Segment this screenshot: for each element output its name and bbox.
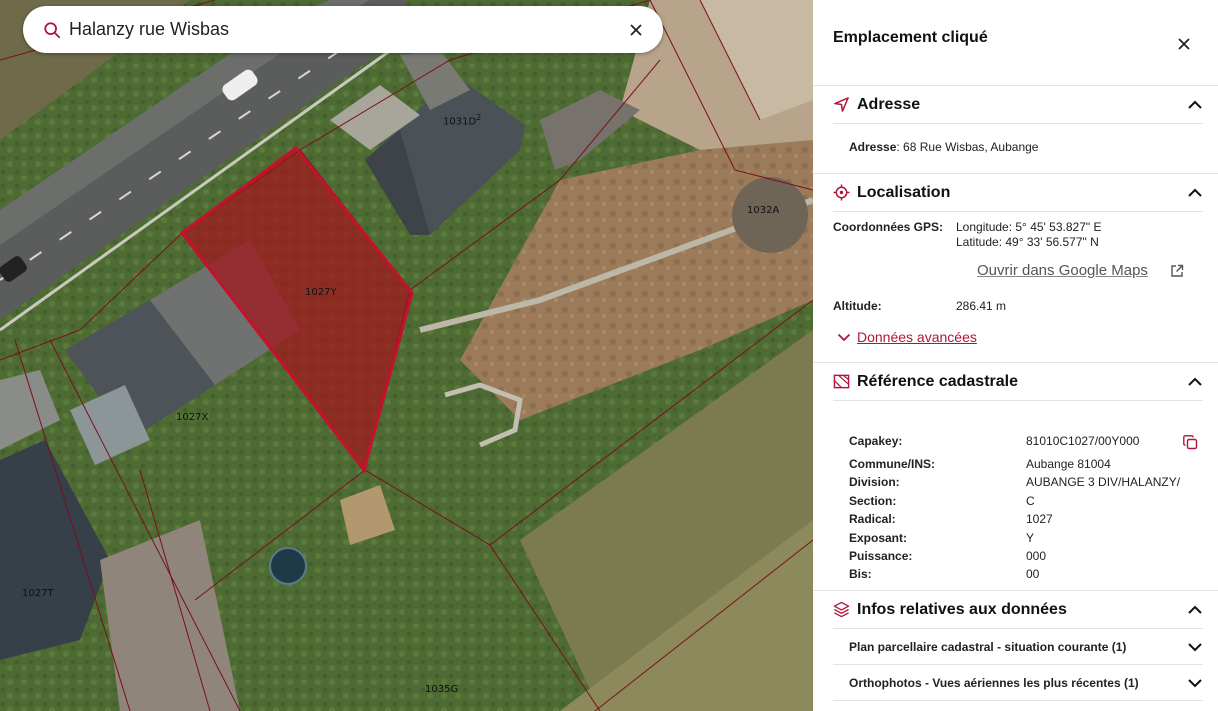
aerial-photo — [0, 0, 813, 711]
advanced-data-label: Données avancées — [857, 329, 977, 345]
data-info-item-orthophotos[interactable]: Orthophotos - Vues aériennes les plus ré… — [833, 665, 1203, 701]
cadastral-row: Section: C — [849, 494, 1035, 508]
longitude-value: Longitude: 5° 45' 53.827" E — [956, 220, 1102, 234]
copy-icon[interactable] — [1183, 435, 1198, 450]
parcel-label-1032a: 1032A — [747, 205, 780, 216]
address-section-title: Adresse — [857, 95, 921, 113]
latitude-value: Latitude: 49° 33' 56.577" N — [956, 235, 1099, 249]
cadastral-section-toggle[interactable]: Référence cadastrale — [833, 363, 1203, 401]
location-section-title: Localisation — [857, 183, 951, 201]
cadastral-row: Bis: 00 — [849, 567, 1040, 581]
cadastral-row: Puissance: 000 — [849, 549, 1047, 563]
location-section-toggle[interactable]: Localisation — [833, 174, 1203, 212]
layers-icon — [833, 601, 850, 618]
cadastral-row: Division: AUBANGE 3 DIV/HALANZY/ — [849, 475, 1181, 489]
parcel-label-1027t: 1027T — [22, 588, 54, 599]
chevron-down-icon — [837, 333, 851, 342]
open-google-maps-link[interactable]: Ouvrir dans Google Maps — [977, 262, 1148, 279]
panel-header: Emplacement cliqué — [813, 0, 1218, 86]
chevron-up-icon — [1188, 100, 1202, 109]
parcel-label-1035g: 1035G — [425, 684, 459, 695]
clear-search-button[interactable] — [625, 19, 647, 41]
search-icon — [44, 21, 61, 38]
cadastral-map-icon — [833, 374, 850, 389]
cadastral-row: Capakey: 81010C1027/00Y000 — [849, 434, 1140, 448]
address-section: Adresse Adresse: 68 Rue Wisbas, Aubange — [813, 86, 1218, 174]
altitude-label: Altitude: — [833, 299, 882, 313]
advanced-data-toggle[interactable]: Données avancées — [837, 329, 977, 345]
panel-title: Emplacement cliqué — [833, 29, 988, 46]
cadastral-details: Capakey: 81010C1027/00Y000 Commune/INS: Au… — [813, 401, 1218, 590]
cadastral-row: Commune/INS: Aubange 81004 — [849, 457, 1111, 471]
address-section-toggle[interactable]: Adresse — [833, 86, 1203, 124]
location-details: Coordonnées GPS: Longitude: 5° 45' 53.82… — [813, 212, 1218, 362]
navigation-arrow-icon — [834, 97, 849, 112]
close-icon — [630, 23, 642, 36]
altitude-value: 286.41 m — [956, 299, 1007, 313]
search-bar — [23, 6, 663, 53]
crosshair-icon — [833, 184, 850, 201]
cadastral-section-title: Référence cadastrale — [857, 372, 1018, 390]
chevron-up-icon — [1188, 605, 1202, 614]
address-row: Adresse: 68 Rue Wisbas, Aubange — [813, 124, 1218, 173]
chevron-up-icon — [1188, 188, 1202, 197]
map-view[interactable]: 1031D2 1032A 1027Y 1027X 1027T 1035G — [0, 0, 813, 711]
close-panel-button[interactable] — [1176, 36, 1192, 52]
cadastral-row: Radical: 1027 — [849, 512, 1053, 526]
parcel-label-1027y: 1027Y — [305, 287, 337, 298]
chevron-down-icon — [1188, 678, 1202, 687]
address-label: Adresse — [849, 140, 897, 154]
gps-label: Coordonnées GPS: — [833, 220, 944, 234]
location-section: Localisation Coordonnées GPS: Longitude:… — [813, 174, 1218, 363]
data-info-section-title: Infos relatives aux données — [857, 600, 1067, 618]
external-link-icon[interactable] — [1170, 264, 1184, 278]
parcel-label-1027x: 1027X — [176, 412, 209, 423]
address-value: : 68 Rue Wisbas, Aubange — [896, 140, 1039, 154]
data-info-section: Infos relatives aux données Plan parcell… — [813, 591, 1218, 701]
parcel-label-1031d: 1031D2 — [443, 113, 482, 128]
cadastral-row: Exposant: Y — [849, 531, 1035, 545]
data-info-section-toggle[interactable]: Infos relatives aux données — [833, 591, 1203, 629]
clicked-location-panel: Emplacement cliqué Adresse Adresse: 68 R… — [813, 0, 1218, 711]
chevron-down-icon — [1188, 642, 1202, 651]
chevron-up-icon — [1188, 377, 1202, 386]
search-input[interactable] — [69, 19, 625, 40]
cadastral-section: Référence cadastrale Capakey: 81010C1027/… — [813, 363, 1218, 591]
data-info-item-cadastral-plan[interactable]: Plan parcellaire cadastral - situation c… — [833, 629, 1203, 665]
